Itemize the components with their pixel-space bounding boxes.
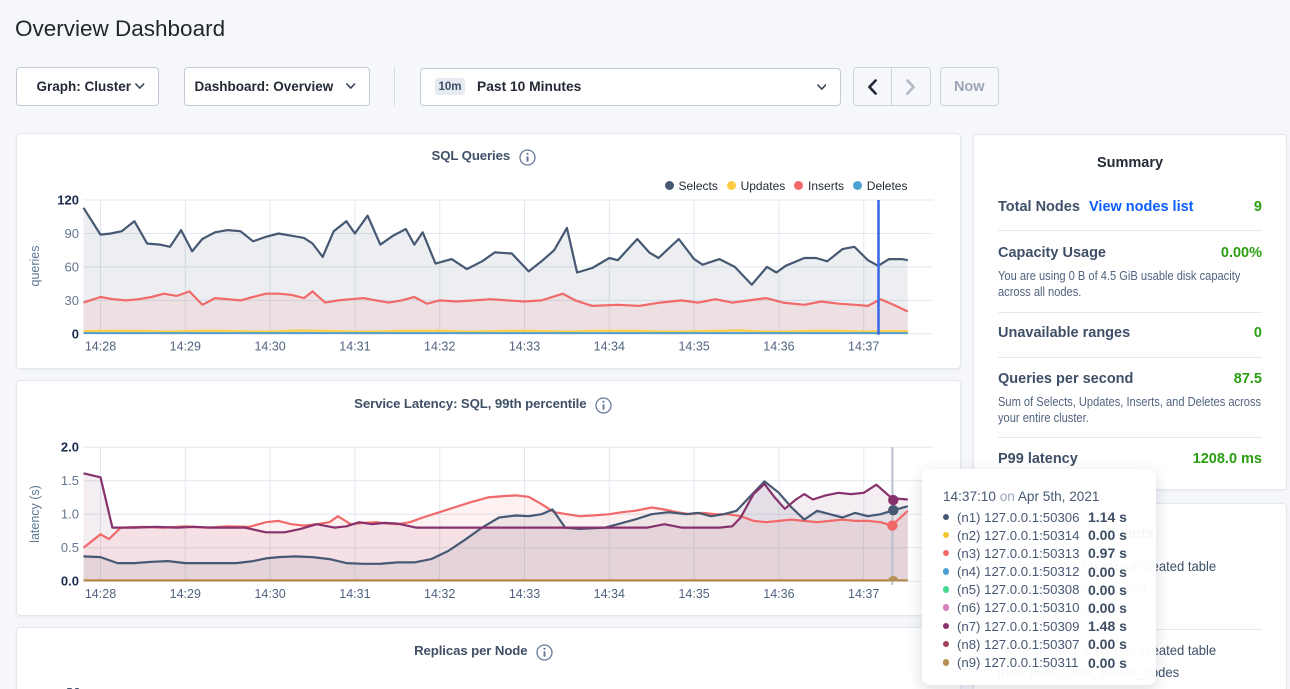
svg-text:14:34: 14:34	[593, 340, 624, 354]
svg-text:14:28: 14:28	[84, 340, 115, 354]
svg-text:14:37: 14:37	[848, 340, 879, 354]
svg-text:90: 90	[64, 226, 78, 241]
svg-text:14:28: 14:28	[84, 587, 115, 601]
svg-text:14:37: 14:37	[848, 587, 879, 601]
svg-text:14:35: 14:35	[678, 340, 709, 354]
svg-text:14:32: 14:32	[424, 587, 455, 601]
svg-text:2.0: 2.0	[60, 439, 78, 454]
svg-text:14:33: 14:33	[508, 340, 539, 354]
svg-text:14:32: 14:32	[424, 340, 455, 354]
svg-text:0: 0	[71, 326, 78, 341]
svg-text:14:31: 14:31	[339, 340, 370, 354]
svg-text:14:29: 14:29	[169, 587, 200, 601]
svg-text:14:29: 14:29	[169, 340, 200, 354]
svg-text:60: 60	[64, 259, 78, 274]
svg-text:1.0: 1.0	[60, 506, 78, 521]
svg-text:14:30: 14:30	[254, 587, 285, 601]
svg-text:0.5: 0.5	[60, 540, 78, 555]
svg-text:14:36: 14:36	[763, 587, 794, 601]
svg-text:14:31: 14:31	[339, 587, 370, 601]
svg-text:14:34: 14:34	[593, 587, 624, 601]
svg-text:30: 30	[64, 293, 78, 308]
svg-text:120: 120	[57, 193, 79, 208]
svg-text:latency (s): latency (s)	[28, 485, 42, 543]
svg-text:14:30: 14:30	[254, 340, 285, 354]
svg-text:14:35: 14:35	[678, 587, 709, 601]
svg-text:14:36: 14:36	[763, 340, 794, 354]
svg-text:1.5: 1.5	[60, 473, 78, 488]
svg-text:0.0: 0.0	[60, 573, 78, 588]
svg-text:14:33: 14:33	[508, 587, 539, 601]
svg-text:queries: queries	[28, 246, 42, 287]
